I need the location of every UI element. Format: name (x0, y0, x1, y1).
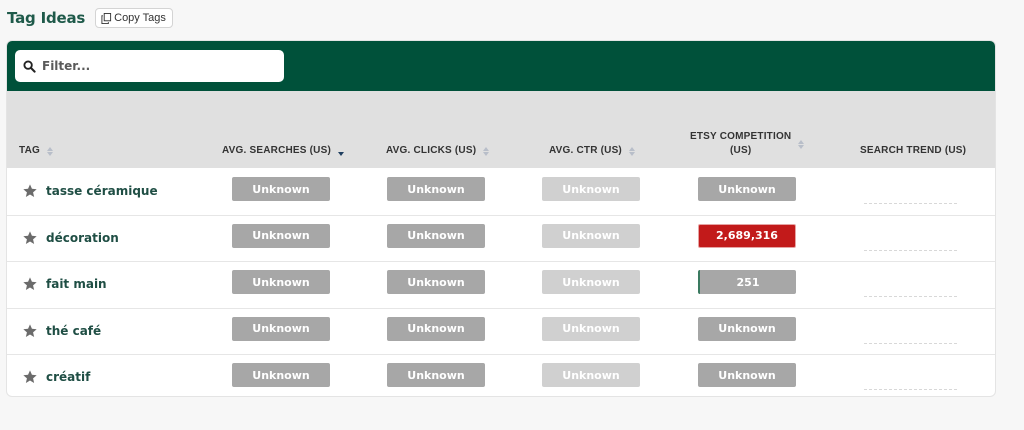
star-icon[interactable] (22, 230, 38, 246)
column-label-etsy-competition: ETSY COMPETITION (US) (690, 130, 791, 158)
tag-name[interactable]: décoration (46, 231, 119, 245)
tag-cell: décoration (22, 215, 119, 261)
table-row: fait main Unknown Unknown Unknown 251 (7, 261, 995, 307)
row-divider (7, 214, 995, 216)
tag-ideas-panel: TAG AVG. SEARCHES (US) AVG. CLICKS (US) … (6, 40, 996, 397)
search-trend-sparkline (864, 249, 957, 251)
star-icon[interactable] (22, 183, 38, 199)
avg-searches-value: Unknown (232, 363, 330, 387)
tag-name[interactable]: thé café (46, 324, 101, 338)
tag-cell: créatif (22, 354, 90, 396)
column-label-avg-clicks: AVG. CLICKS (US) (386, 145, 477, 156)
table-row: créatif Unknown Unknown Unknown Unknown (7, 354, 995, 396)
tag-name[interactable]: tasse céramique (46, 184, 158, 198)
column-label-search-trend: SEARCH TREND (US) (860, 145, 967, 156)
avg-ctr-value: Unknown (542, 270, 640, 294)
column-header-tag[interactable]: TAG (19, 144, 53, 158)
tag-cell: thé café (22, 308, 101, 354)
column-header-avg-ctr[interactable]: AVG. CTR (US) (549, 144, 635, 158)
tag-name[interactable]: fait main (46, 277, 107, 291)
row-divider (7, 261, 995, 262)
column-header-etsy-competition[interactable]: ETSY COMPETITION (US) (690, 130, 805, 158)
table-row: thé café Unknown Unknown Unknown Unknown (7, 307, 995, 354)
star-icon[interactable] (22, 323, 38, 339)
column-label-avg-ctr: AVG. CTR (US) (549, 145, 622, 156)
column-label-avg-searches: AVG. SEARCHES (US) (222, 145, 331, 156)
search-trend-sparkline (864, 296, 957, 297)
header: Tag Ideas Copy Tags (7, 8, 173, 28)
avg-ctr-value: Unknown (542, 177, 640, 201)
row-divider (7, 354, 995, 355)
avg-searches-value: Unknown (232, 177, 330, 201)
table-row: décoration Unknown Unknown Unknown 2,689,316 (7, 214, 995, 261)
search-trend-sparkline (864, 342, 957, 344)
panel-toolbar (7, 41, 995, 91)
column-header-avg-clicks[interactable]: AVG. CLICKS (US) (386, 144, 490, 158)
copy-tags-button[interactable]: Copy Tags (95, 8, 173, 28)
star-icon[interactable] (22, 276, 38, 292)
etsy-competition-value: 251 (698, 270, 796, 294)
sort-icon[interactable] (46, 146, 53, 156)
copy-icon (101, 12, 112, 24)
column-header-search-trend: SEARCH TREND (US) (860, 144, 966, 158)
sort-descending-icon[interactable] (337, 147, 344, 156)
avg-clicks-value: Unknown (387, 316, 485, 341)
tag-cell: fait main (22, 261, 107, 307)
search-trend-sparkline (864, 203, 957, 204)
column-header-avg-searches[interactable]: AVG. SEARCHES (US) (222, 144, 344, 158)
star-icon[interactable] (22, 369, 38, 385)
sort-icon[interactable] (483, 146, 490, 156)
column-label-etsy-competition-line2: (US) (730, 145, 752, 156)
filter-input[interactable] (42, 59, 262, 73)
column-label-etsy-competition-line1: ETSY COMPETITION (690, 131, 792, 142)
avg-clicks-value: Unknown (387, 270, 485, 294)
avg-searches-value: Unknown (232, 270, 330, 294)
row-divider (7, 307, 995, 309)
avg-ctr-value: Unknown (542, 223, 640, 248)
tag-cell: tasse céramique (22, 168, 158, 214)
sort-icon[interactable] (798, 139, 805, 149)
sort-icon[interactable] (628, 146, 635, 156)
table-row: tasse céramique Unknown Unknown Unknown Unkn… (7, 168, 995, 214)
etsy-competition-value: Unknown (698, 177, 796, 201)
page-title: Tag Ideas (7, 9, 86, 27)
avg-searches-value: Unknown (232, 316, 330, 341)
filter-box[interactable] (15, 50, 284, 82)
avg-clicks-value: Unknown (387, 363, 485, 387)
tag-name[interactable]: créatif (46, 370, 90, 384)
avg-ctr-value: Unknown (542, 363, 640, 387)
avg-clicks-value: Unknown (387, 223, 485, 248)
etsy-competition-value: 2,689,316 (698, 223, 796, 248)
search-trend-sparkline (864, 389, 957, 390)
avg-clicks-value: Unknown (387, 177, 485, 201)
etsy-competition-value: Unknown (698, 363, 796, 387)
avg-ctr-value: Unknown (542, 316, 640, 341)
etsy-competition-value: Unknown (698, 316, 796, 341)
avg-searches-value: Unknown (232, 223, 330, 248)
column-label-tag: TAG (19, 145, 40, 156)
table-header: TAG AVG. SEARCHES (US) AVG. CLICKS (US) … (7, 91, 995, 168)
search-icon (23, 59, 36, 73)
copy-tags-label: Copy Tags (114, 12, 166, 24)
